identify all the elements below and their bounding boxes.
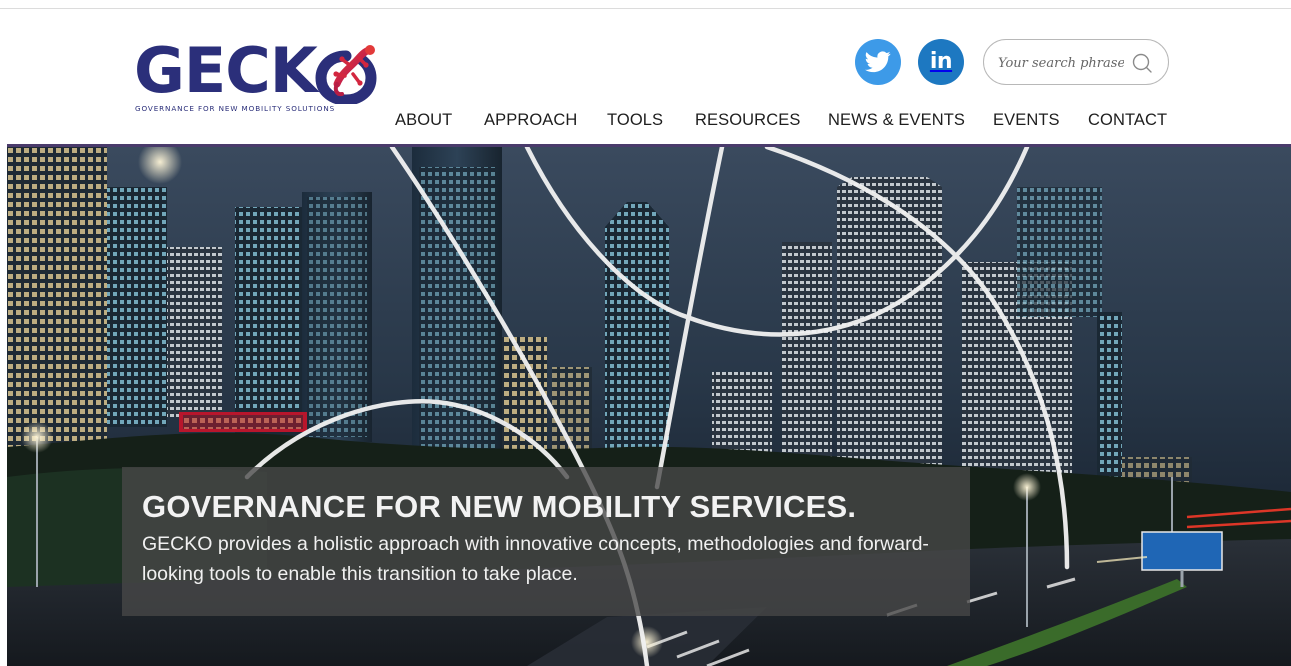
logo-wordmark: GECK: [134, 32, 318, 107]
gecko-logo[interactable]: GECK GOVERNANCE FOR NEW MOBILITY SOLUTIO…: [134, 32, 379, 120]
nav-news-events[interactable]: NEWS & EVENTS: [828, 111, 965, 130]
linkedin-button[interactable]: in: [918, 39, 964, 85]
nav-resources[interactable]: RESOURCES: [695, 111, 800, 130]
nav-tools[interactable]: TOOLS: [607, 111, 663, 130]
nav-events[interactable]: EVENTS: [993, 111, 1060, 130]
logo-tagline: GOVERNANCE FOR NEW MOBILITY SOLUTIONS: [135, 104, 336, 113]
top-divider: [0, 8, 1291, 9]
hero-banner: GOVERNANCE FOR NEW MOBILITY SERVICES. GE…: [7, 147, 1291, 666]
search-icon[interactable]: [1131, 52, 1153, 74]
search-input[interactable]: [998, 52, 1124, 74]
nav-contact[interactable]: CONTACT: [1088, 111, 1167, 130]
twitter-button[interactable]: [855, 39, 901, 85]
logo-letters: GECK: [134, 34, 318, 107]
nav-approach[interactable]: APPROACH: [484, 111, 577, 130]
nav-about[interactable]: ABOUT: [395, 111, 452, 130]
hero-caption: GOVERNANCE FOR NEW MOBILITY SERVICES. GE…: [122, 467, 970, 616]
linkedin-icon: in: [929, 49, 953, 74]
gecko-lizard-icon: [315, 45, 377, 104]
hero-text: GECKO provides a holistic approach with …: [142, 533, 929, 585]
search-box: [983, 39, 1169, 85]
twitter-bird-icon: [865, 51, 891, 73]
hero-title: GOVERNANCE FOR NEW MOBILITY SERVICES.: [142, 489, 857, 524]
